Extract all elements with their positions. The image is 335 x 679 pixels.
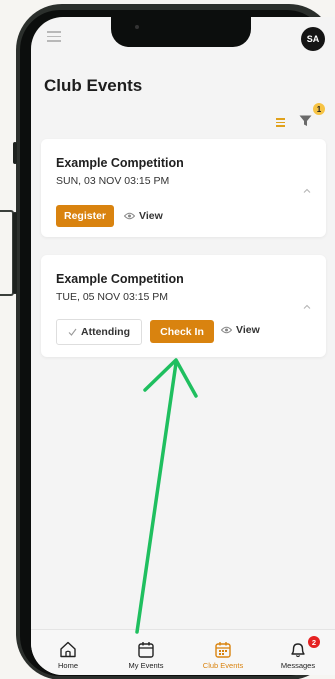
calendar-icon: [138, 642, 154, 658]
phone-side-button: [13, 142, 17, 164]
event-card[interactable]: Example Competition SUN, 03 NOV 03:15 PM…: [41, 139, 326, 237]
bottom-tab-bar: Home My Events Club Events 2 Messages: [31, 629, 335, 675]
tab-label: Home: [57, 661, 78, 670]
tab-home[interactable]: Home: [38, 630, 98, 675]
chevron-up-icon[interactable]: [303, 303, 311, 311]
camera-dot: [135, 25, 139, 29]
filter-badge: 1: [313, 103, 325, 115]
event-date: TUE, 05 NOV 03:15 PM: [56, 291, 169, 303]
attending-label: Attending: [81, 326, 130, 338]
event-title: Example Competition: [56, 156, 184, 170]
tab-label: Messages: [280, 661, 316, 670]
phone-notch: [111, 17, 251, 47]
app-screen: SA Club Events 1 Example Competition SUN…: [31, 17, 335, 675]
register-button[interactable]: Register: [56, 205, 115, 227]
tab-messages[interactable]: 2 Messages: [268, 630, 328, 675]
menu-icon[interactable]: [47, 31, 61, 45]
view-label: View: [236, 324, 260, 336]
attending-button[interactable]: Attending: [56, 319, 142, 345]
tab-club-events[interactable]: Club Events: [193, 630, 253, 675]
bell-icon: [291, 643, 305, 658]
check-in-button[interactable]: Check In: [150, 320, 214, 343]
chevron-up-icon[interactable]: [303, 187, 311, 195]
filter-icon[interactable]: [299, 115, 312, 127]
eye-icon: [221, 326, 232, 334]
eye-icon: [124, 212, 135, 220]
view-button[interactable]: View: [124, 205, 163, 227]
view-label: View: [139, 210, 163, 222]
home-icon: [60, 641, 76, 658]
view-button[interactable]: View: [221, 319, 260, 341]
list-view-icon[interactable]: [276, 118, 285, 129]
page-title: Club Events: [44, 76, 143, 95]
phone-volume-button: [13, 212, 17, 294]
tab-label: My Events: [128, 661, 164, 670]
messages-badge: 2: [308, 636, 320, 648]
tab-my-events[interactable]: My Events: [116, 630, 176, 675]
phone-side-frame: [0, 210, 14, 296]
event-date: SUN, 03 NOV 03:15 PM: [56, 175, 170, 187]
tab-label: Club Events: [202, 661, 244, 670]
event-card[interactable]: Example Competition TUE, 05 NOV 03:15 PM…: [41, 255, 326, 357]
event-title: Example Competition: [56, 272, 184, 286]
calendar-grid-icon: [215, 642, 231, 658]
avatar[interactable]: SA: [301, 27, 325, 51]
check-icon: [68, 328, 77, 336]
